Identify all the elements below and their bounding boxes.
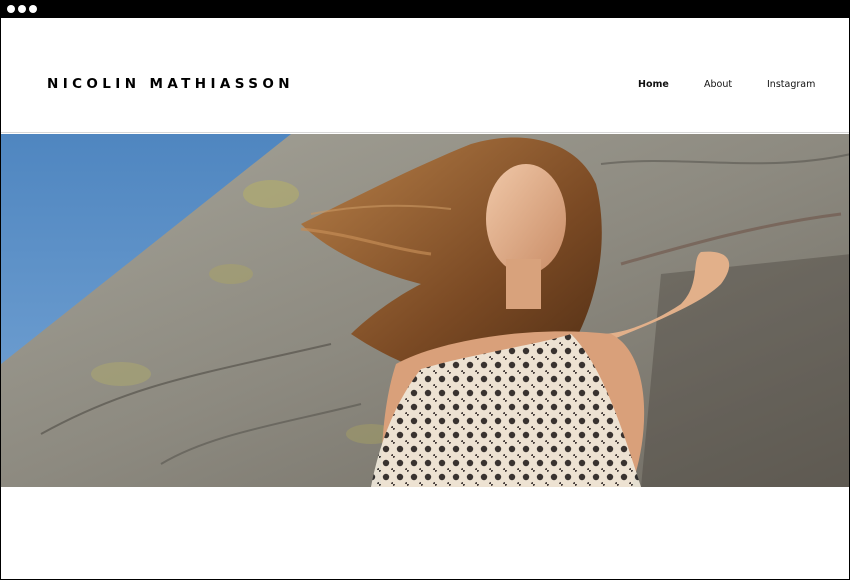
site-header: NICOLIN MATHIASSON Home About Instagram xyxy=(1,18,849,133)
hero-photo xyxy=(1,134,849,487)
nav-instagram-link[interactable]: Instagram xyxy=(767,79,815,90)
browser-window: NICOLIN MATHIASSON Home About Instagram xyxy=(0,0,850,580)
window-dot-icon[interactable] xyxy=(18,5,26,13)
window-titlebar xyxy=(1,1,849,18)
window-dot-icon[interactable] xyxy=(7,5,15,13)
hero-image xyxy=(1,134,849,487)
nav-home-link[interactable]: Home xyxy=(638,79,669,90)
window-dot-icon[interactable] xyxy=(29,5,37,13)
site-logo[interactable]: NICOLIN MATHIASSON xyxy=(47,76,294,92)
nav-about-link[interactable]: About xyxy=(704,79,732,90)
